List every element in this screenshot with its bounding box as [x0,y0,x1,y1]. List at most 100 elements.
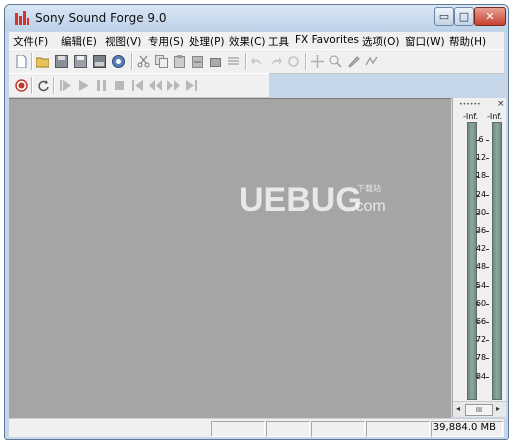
meter-tick [476,231,479,232]
loop-icon[interactable] [37,79,50,92]
meter-tick [476,194,479,196]
menu-file[interactable]: 文件(F) [13,34,48,49]
mix-icon[interactable] [191,55,204,68]
stop-icon[interactable] [113,79,126,92]
menu-view[interactable]: 视图(V) [105,34,141,49]
forward-icon[interactable] [167,79,180,92]
menu-fx-favorites[interactable]: FX Favorites [295,34,359,46]
pause-icon[interactable] [95,79,108,92]
record-icon[interactable] [15,79,28,92]
uebug-watermark: UEBUG .com 下载站 [239,181,386,219]
meter-tick [486,140,489,141]
trim-icon[interactable] [227,55,240,68]
play-all-icon[interactable] [59,79,72,92]
menu-help[interactable]: 帮助(H) [449,34,486,49]
menu-effects[interactable]: 效果(C) [229,34,266,49]
rewind-icon[interactable] [149,79,162,92]
open-folder-icon[interactable] [36,55,49,68]
undo-icon[interactable] [251,55,264,68]
meter-tick [476,303,479,305]
menu-edit[interactable]: 编辑(E) [61,34,97,49]
status-cell [211,421,265,437]
meter-tick [486,303,489,305]
window-title: Sony Sound Forge 9.0 [35,11,167,25]
meter-tick [476,285,479,287]
meter-tick [486,285,489,287]
new-file-icon[interactable] [15,55,28,68]
title-bar[interactable]: Sony Sound Forge 9.0 ▭ □ ✕ [5,5,508,31]
meter-tick [486,176,489,178]
toolbar-separator [53,77,55,94]
toolbar-separator [131,53,133,70]
zoom-icon[interactable] [311,55,324,68]
toolbar-separator [305,53,307,70]
menu-process[interactable]: 处理(P) [189,34,225,49]
meter-grip[interactable]: •••••• [459,101,481,108]
save-all-icon[interactable] [74,55,87,68]
main-toolbar [9,49,504,74]
meter-tick [476,376,479,378]
magnify-icon[interactable] [329,55,342,68]
meter-tick [486,212,489,214]
meter-tick [476,340,479,342]
peak-right: -Inf. [487,112,503,121]
transport-toolbar [9,73,269,98]
scroll-right-arrow-icon[interactable]: ▸ [496,404,500,413]
meter-tick [476,140,479,141]
meter-close-button[interactable]: × [497,99,505,109]
scroll-thumb[interactable]: III [465,404,493,416]
properties-icon[interactable] [112,55,125,68]
crop-icon[interactable] [209,55,222,68]
meter-tick [476,322,479,323]
close-button[interactable]: ✕ [474,7,506,26]
status-cell [311,421,365,437]
menu-tools[interactable]: 工具 [268,34,289,49]
toolbar-separator [31,77,33,94]
menu-bar: 文件(F) 编辑(E) 视图(V) 专用(S) 处理(P) 效果(C) 工具 F… [9,32,504,49]
pencil-icon[interactable] [347,55,360,68]
cut-icon[interactable] [137,55,150,68]
meter-tick [486,249,489,251]
meter-tick [486,376,489,378]
app-window: Sony Sound Forge 9.0 ▭ □ ✕ 文件(F) 编辑(E) 视… [4,4,509,440]
meter-scrollbar[interactable]: ◂ III ▸ [453,401,506,417]
menu-options[interactable]: 选项(O) [362,34,399,49]
meter-tick [476,249,479,251]
sound-forge-logo-icon [15,11,29,25]
meter-tick [486,322,489,323]
workspace-area[interactable]: UEBUG .com 下载站 [9,98,451,418]
meter-tick [486,158,489,160]
menu-window[interactable]: 窗口(W) [405,34,445,49]
go-to-start-icon[interactable] [131,79,144,92]
status-cell [366,421,430,437]
meter-tick [476,358,479,360]
repeat-icon[interactable] [287,55,300,68]
meter-bar-right [492,122,502,400]
meter-tick [476,267,479,269]
save-icon[interactable] [55,55,68,68]
scroll-left-arrow-icon[interactable]: ◂ [456,404,460,413]
svg-text:.com: .com [351,198,386,215]
meter-tick [486,358,489,360]
play-icon[interactable] [77,79,90,92]
envelope-icon[interactable] [365,55,378,68]
menu-special[interactable]: 专用(S) [148,34,184,49]
copy-icon[interactable] [155,55,168,68]
meter-tick [486,267,489,269]
disk-space-readout: 39,884.0 MB [432,422,496,433]
meter-tick [476,212,479,214]
toolbar-separator [31,53,33,70]
status-bar: 39,884.0 MB [9,418,504,437]
meter-tick [486,194,489,196]
svg-text:UEBUG: UEBUG [239,181,362,219]
status-cell [266,421,310,437]
toolbar-separator [245,53,247,70]
level-meter-panel: •••••• × -Inf. -Inf. 6 12 18 24 30 36 42 48 54 60… [452,98,506,417]
meter-tick [476,158,479,160]
paste-icon[interactable] [173,55,186,68]
minimize-button[interactable]: ▭ [434,7,454,26]
maximize-button[interactable]: □ [454,7,474,26]
render-icon[interactable] [93,55,106,68]
go-to-end-icon[interactable] [185,79,198,92]
redo-icon[interactable] [269,55,282,68]
